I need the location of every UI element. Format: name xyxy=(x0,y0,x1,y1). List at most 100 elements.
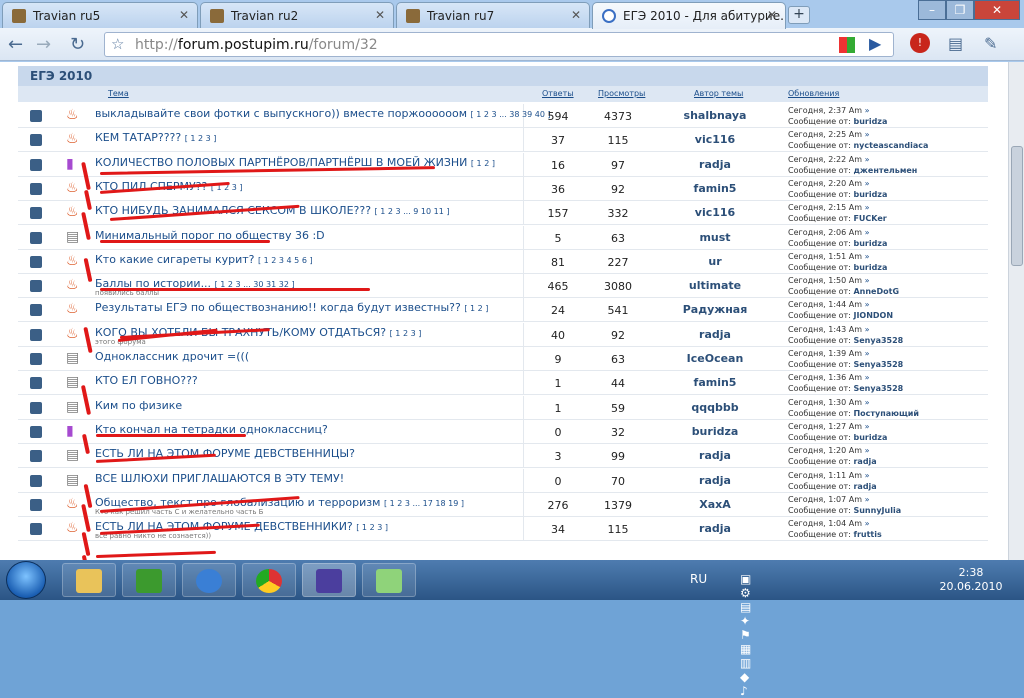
explorer-icon[interactable] xyxy=(62,563,116,597)
topic-pages[interactable]: [ 1 2 3 ] xyxy=(390,329,422,338)
wrench-icon[interactable]: ✎ xyxy=(984,34,997,53)
tab-travian-ru5[interactable]: Travian ru5 ✕ xyxy=(2,2,198,28)
go-last-post-icon[interactable]: » xyxy=(865,422,870,431)
topic-author[interactable]: famin5 xyxy=(650,376,780,389)
col-views[interactable]: Просмотры xyxy=(598,89,645,98)
go-last-post-icon[interactable]: » xyxy=(865,519,870,528)
topic-title[interactable]: Результаты ЕГЭ по обществознанию!! когда… xyxy=(95,301,488,314)
topic-pages[interactable]: [ 1 2 3 4 5 6 ] xyxy=(258,256,313,265)
mark-read-icon[interactable] xyxy=(30,110,42,122)
play-icon[interactable]: ▶ xyxy=(869,34,881,53)
mark-read-icon[interactable] xyxy=(30,134,42,147)
col-updates[interactable]: Обновления xyxy=(788,89,839,98)
last-post-author[interactable]: AnneDotG xyxy=(853,287,899,296)
last-post-author[interactable]: nycteascandiaca xyxy=(853,141,928,150)
tab-ege-2010[interactable]: ЕГЭ 2010 - Для абитурие... ✕ xyxy=(592,2,786,29)
mark-read-icon[interactable] xyxy=(30,353,42,365)
go-last-post-icon[interactable]: » xyxy=(865,106,870,115)
forward-icon[interactable]: → xyxy=(36,34,51,55)
reload-icon[interactable]: ↻ xyxy=(70,34,85,55)
last-post-author[interactable]: buridza xyxy=(853,239,887,248)
topic-title[interactable]: ВСЕ ШЛЮХИ ПРИГЛАШАЮТСЯ В ЭТУ ТЕМУ! xyxy=(95,472,344,485)
mark-read-icon[interactable] xyxy=(30,425,42,438)
topic-author[interactable]: shalbnaya xyxy=(650,109,780,122)
topic-row[interactable]: ▤ Минимальный порог по обществу 36 :D 5 … xyxy=(18,225,988,250)
mark-read-icon[interactable] xyxy=(30,377,42,390)
new-tab-button[interactable]: + xyxy=(788,6,810,24)
mark-read-icon[interactable] xyxy=(30,328,42,341)
go-last-post-icon[interactable]: » xyxy=(865,398,870,407)
topic-pages[interactable]: [ 1 2 ] xyxy=(464,304,488,313)
topic-pages[interactable]: [ 1 2 ] xyxy=(471,159,495,168)
mark-read-icon[interactable] xyxy=(30,207,42,220)
winamp-icon[interactable] xyxy=(362,563,416,597)
last-post-author[interactable]: Поступающий xyxy=(853,409,919,418)
topic-pages[interactable]: [ 1 2 3 ] xyxy=(356,523,388,532)
topic-title[interactable]: КЕМ ТАТАР???? [ 1 2 3 ] xyxy=(95,131,216,144)
mark-read-icon[interactable] xyxy=(30,280,42,293)
mark-read-icon[interactable] xyxy=(30,255,42,268)
topic-row[interactable]: ♨ Баллы по истории... [ 1 2 3 ... 30 31 … xyxy=(18,274,988,299)
topic-author[interactable]: vic116 xyxy=(650,206,780,219)
topic-pages[interactable]: [ 1 2 3 ... 17 18 19 ] xyxy=(384,499,464,508)
last-post-author[interactable]: buridza xyxy=(853,263,887,272)
page-menu-icon[interactable]: ▤ xyxy=(948,34,963,53)
go-last-post-icon[interactable]: » xyxy=(865,300,870,309)
topic-author[interactable]: ur xyxy=(650,255,780,268)
last-post-author[interactable]: JIONDON xyxy=(853,311,893,320)
topic-row[interactable]: ▤ Одноклассник дрочит =((( 9 63 IceOcean… xyxy=(18,347,988,371)
close-window-button[interactable]: ✕ xyxy=(974,0,1020,20)
col-replies[interactable]: Ответы xyxy=(542,89,574,98)
topic-author[interactable]: radja xyxy=(650,328,780,341)
utorrent-icon[interactable] xyxy=(122,563,176,597)
last-post-author[interactable]: джентельмен xyxy=(853,166,917,175)
go-last-post-icon[interactable]: » xyxy=(865,325,870,334)
topic-row[interactable]: ▤ ВСЕ ШЛЮХИ ПРИГЛАШАЮТСЯ В ЭТУ ТЕМУ! 0 7… xyxy=(18,468,988,493)
mark-read-icon[interactable] xyxy=(30,182,42,195)
close-icon[interactable]: ✕ xyxy=(375,8,385,22)
topic-author[interactable]: XaxA xyxy=(650,498,780,511)
topic-author[interactable]: IceOcean xyxy=(650,352,780,365)
go-last-post-icon[interactable]: » xyxy=(865,349,870,358)
topic-title[interactable]: Одноклассник дрочит =((( xyxy=(95,350,249,363)
tab-travian-ru2[interactable]: Travian ru2 ✕ xyxy=(200,2,394,28)
tab-travian-ru7[interactable]: Travian ru7 ✕ xyxy=(396,2,590,28)
address-bar[interactable]: ☆ http://forum.postupim.ru/forum/32 ▶ xyxy=(104,32,894,57)
chrome-icon[interactable] xyxy=(242,563,296,597)
last-post-author[interactable]: Senya3528 xyxy=(853,336,903,345)
last-post-author[interactable]: buridza xyxy=(853,190,887,199)
mark-read-icon[interactable] xyxy=(30,498,42,511)
go-last-post-icon[interactable]: » xyxy=(865,179,870,188)
last-post-author[interactable]: Senya3528 xyxy=(853,360,903,369)
topic-row[interactable]: ♨ Результаты ЕГЭ по обществознанию!! ког… xyxy=(18,298,988,323)
topic-pages[interactable]: [ 1 2 3 ... 9 10 11 ] xyxy=(375,207,450,216)
topic-title[interactable]: Кто какие сигареты курит? [ 1 2 3 4 5 6 … xyxy=(95,253,313,266)
ie-icon[interactable] xyxy=(182,563,236,597)
topic-title[interactable]: КОЛИЧЕСТВО ПОЛОВЫХ ПАРТНЁРОВ/ПАРТНЁРШ В … xyxy=(95,156,495,169)
topic-author[interactable]: radja xyxy=(650,158,780,171)
mark-read-icon[interactable] xyxy=(30,450,42,463)
last-post-author[interactable]: radja xyxy=(853,457,876,466)
minimize-button[interactable]: – xyxy=(918,0,946,20)
mark-read-icon[interactable] xyxy=(30,158,42,171)
mark-read-icon[interactable] xyxy=(30,304,42,317)
go-last-post-icon[interactable]: » xyxy=(865,155,870,164)
last-post-author[interactable]: buridza xyxy=(853,117,887,126)
topic-title[interactable]: Ким по физике xyxy=(95,399,182,412)
last-post-author[interactable]: Senya3528 xyxy=(853,384,903,393)
last-post-author[interactable]: FUCKer xyxy=(853,214,886,223)
clock[interactable]: 2:38 20.06.2010 xyxy=(930,566,1012,594)
scrollbar-thumb[interactable] xyxy=(1011,146,1023,266)
maximize-button[interactable]: ❐ xyxy=(946,0,974,20)
go-last-post-icon[interactable]: » xyxy=(865,373,870,382)
close-icon[interactable]: ✕ xyxy=(767,8,777,22)
close-icon[interactable]: ✕ xyxy=(571,8,581,22)
go-last-post-icon[interactable]: » xyxy=(865,446,870,455)
close-icon[interactable]: ✕ xyxy=(179,8,189,22)
extension-icon[interactable] xyxy=(839,37,855,53)
topic-title[interactable]: КТО ЕЛ ГОВНО??? xyxy=(95,374,198,387)
adblock-icon[interactable]: ! xyxy=(910,33,930,53)
language-indicator[interactable]: RU xyxy=(690,572,707,586)
go-last-post-icon[interactable]: » xyxy=(865,276,870,285)
notepad-icon[interactable] xyxy=(302,563,356,597)
